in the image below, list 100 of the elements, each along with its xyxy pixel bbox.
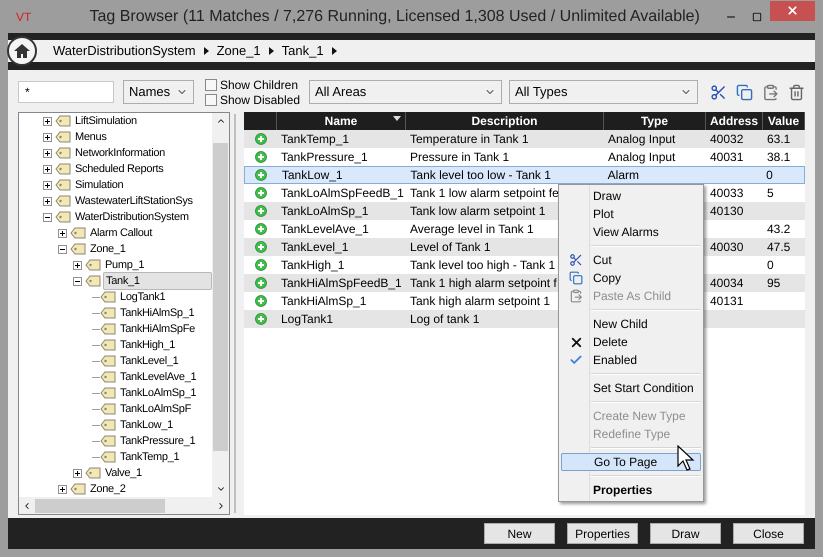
tag-icon <box>100 339 116 351</box>
type-select[interactable]: All Types <box>509 80 698 104</box>
table-cell-text: TankLow_1 <box>282 167 343 184</box>
tree-item[interactable]: Scheduled Reports <box>73 161 166 177</box>
table-cell-text: 47.5 <box>767 239 790 256</box>
cut-button[interactable] <box>710 84 727 100</box>
menu-item[interactable]: Set Start Condition <box>561 379 701 397</box>
horizontal-scrollbar[interactable] <box>19 497 229 514</box>
table-row[interactable]: TankLow_1 Tank level too low - Tank 1 Alarm 0 <box>244 166 805 184</box>
menu-item[interactable]: Properties <box>561 481 701 499</box>
tree-item[interactable]: Valve_1 <box>103 465 144 481</box>
tag-icon <box>55 147 71 159</box>
checkbox-label: Show Children <box>220 76 298 94</box>
table-cell-text: Tank level too low - Tank 1 <box>410 167 551 184</box>
expand-icon[interactable] <box>43 148 52 158</box>
breadcrumb-item[interactable]: Tank_1 <box>282 41 324 61</box>
tree-item[interactable]: Tank_1 <box>103 272 212 290</box>
separator-icon <box>268 47 274 55</box>
tree-item[interactable]: TankHigh_1 <box>118 337 178 353</box>
tree-item[interactable]: TankTemp_1 <box>118 449 182 465</box>
vertical-scrollbar[interactable] <box>212 113 229 497</box>
checkbox-label: Show Disabled <box>220 92 300 108</box>
tag-icon <box>100 451 116 463</box>
tag-icon <box>85 259 101 271</box>
table-cell-text: TankHiAlmSp_1 <box>281 293 366 310</box>
collapse-icon[interactable] <box>58 244 67 254</box>
tree-item[interactable]: TankLevelAve_1 <box>118 369 198 385</box>
menu-item[interactable]: Delete <box>561 333 701 351</box>
dialog-button[interactable]: Properties <box>567 523 638 544</box>
tag-icon <box>100 355 116 367</box>
table-cell-text: TankHigh_1 <box>281 257 344 274</box>
table-cell-text: 40033 <box>710 185 744 202</box>
tree-item[interactable]: TankPressure_1 <box>118 433 198 449</box>
delete-button[interactable] <box>788 84 805 100</box>
tree-item[interactable]: TankLoAlmSpF <box>118 401 193 417</box>
copy-button[interactable] <box>736 84 753 100</box>
tree-item[interactable]: LiftSimulation <box>73 113 139 129</box>
tag-icon <box>85 467 101 479</box>
tree-item[interactable]: Alarm Callout <box>88 225 154 241</box>
dialog-button[interactable]: Close <box>733 523 804 544</box>
tree-item[interactable]: WaterDistributionSystem <box>73 209 191 225</box>
table-cell-text: TankLevelAve_1 <box>281 221 369 238</box>
checkbox[interactable] <box>204 78 217 90</box>
expand-icon[interactable] <box>73 260 82 270</box>
menu-item[interactable]: Enabled <box>561 351 701 369</box>
tag-icon <box>100 291 116 303</box>
tree-item[interactable]: TankLevel_1 <box>118 353 180 369</box>
home-button[interactable] <box>7 36 37 66</box>
table-cell-text: TankLoAlmSpFeedB_1 <box>281 185 404 202</box>
cut-icon <box>569 253 583 267</box>
tag-icon <box>70 243 86 255</box>
breadcrumb-item[interactable]: Zone_1 <box>216 41 261 61</box>
breadcrumb-item[interactable]: WaterDistributionSystem <box>53 41 196 61</box>
expand-icon[interactable] <box>43 132 52 142</box>
tag-icon <box>55 131 71 143</box>
table-cell-text: 40031 <box>710 149 744 166</box>
table-row[interactable]: TankTemp_1 Temperature in Tank 1 Analog Input 40032 63.1 <box>244 130 805 148</box>
table-cell-text: 43.2 <box>767 221 790 238</box>
expand-icon[interactable] <box>58 228 67 238</box>
area-select[interactable]: All Areas <box>309 80 502 104</box>
collapse-icon[interactable] <box>43 212 52 222</box>
tree-item[interactable]: TankLow_1 <box>118 417 175 433</box>
tree-item[interactable]: WastewaterLiftStationSys <box>73 193 195 209</box>
paste-icon <box>569 289 583 303</box>
expand-icon[interactable] <box>73 468 82 478</box>
tree-item[interactable]: Zone_2 <box>88 481 128 497</box>
tree-item[interactable]: TankHiAlmSp_1 <box>118 305 196 321</box>
tree-item[interactable]: Pump_1 <box>103 257 146 273</box>
tree-item[interactable]: Simulation <box>73 177 126 193</box>
tag-icon <box>55 163 71 175</box>
tree-item[interactable]: Zone_1 <box>88 241 128 257</box>
tree-item[interactable]: Menus <box>73 129 109 145</box>
menu-item[interactable]: View Alarms <box>561 223 701 241</box>
tag-icon <box>55 195 71 207</box>
tree-item[interactable]: NetworkInformation <box>73 145 167 161</box>
expand-icon[interactable] <box>43 196 52 206</box>
expand-icon[interactable] <box>43 180 52 190</box>
paste-button[interactable] <box>762 84 779 100</box>
add-icon <box>254 133 266 145</box>
search-field[interactable]: * <box>18 81 114 103</box>
close-icon <box>786 4 799 17</box>
expand-icon[interactable] <box>43 164 52 174</box>
maximize-icon <box>752 12 762 22</box>
close-window-button[interactable] <box>770 0 815 20</box>
collapse-icon[interactable] <box>73 276 82 286</box>
tree-item[interactable]: TankHiAlmSpFe <box>118 321 197 337</box>
expand-icon[interactable] <box>58 484 67 494</box>
field-select[interactable]: Names <box>122 80 194 104</box>
checkbox[interactable] <box>204 94 217 106</box>
menu-item[interactable]: Draw <box>561 187 701 205</box>
tag-icon <box>70 483 86 495</box>
tag-icon <box>70 227 86 239</box>
menu-item[interactable]: Go To Page <box>561 453 701 471</box>
table-cell-text: Analog Input <box>608 149 676 166</box>
tree-item[interactable]: LogTank1 <box>118 289 168 305</box>
expand-icon[interactable] <box>43 116 52 126</box>
dialog-button[interactable]: New <box>484 523 555 544</box>
tree-item[interactable]: TankLoAlmSp_1 <box>118 385 198 401</box>
menu-item[interactable]: Plot <box>561 205 701 223</box>
dialog-button[interactable]: Draw <box>650 523 721 544</box>
